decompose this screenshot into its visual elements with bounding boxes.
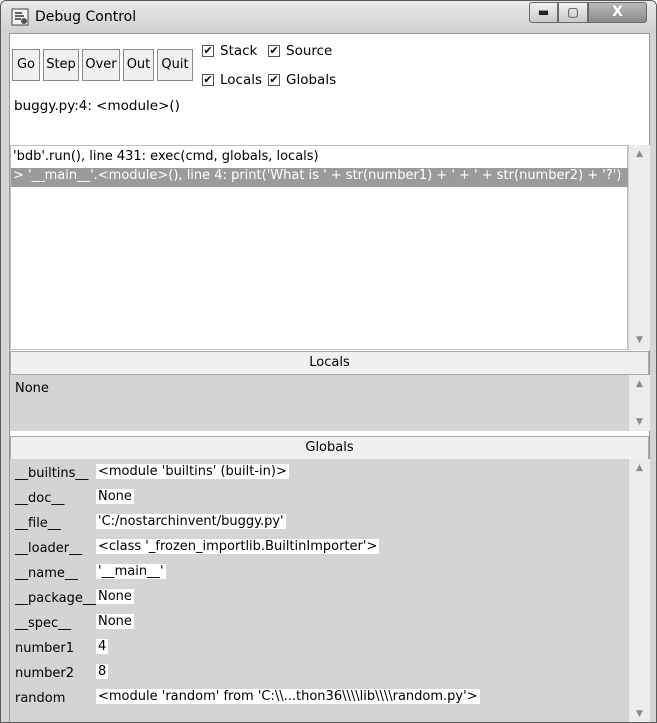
stack-frame-selected[interactable]: > '__main__'.<module>(), line 4: print('… bbox=[11, 168, 628, 187]
scroll-down-icon[interactable]: ▼ bbox=[629, 413, 650, 431]
global-name: __name__ bbox=[15, 566, 78, 581]
global-name: random bbox=[15, 691, 66, 706]
locals-value: None bbox=[15, 381, 49, 396]
step-button[interactable]: Step bbox=[43, 49, 79, 81]
locals-header: Locals bbox=[10, 351, 649, 375]
scroll-up-icon[interactable]: ▲ bbox=[629, 459, 650, 477]
scroll-down-icon[interactable]: ▼ bbox=[629, 705, 650, 722]
global-name: number2 bbox=[15, 666, 75, 681]
global-name: number1 bbox=[15, 641, 75, 656]
stack-list[interactable]: 'bdb'.run(), line 431: exec(cmd, globals… bbox=[10, 145, 628, 350]
global-value: <module 'builtins' (built-in)> bbox=[96, 464, 289, 479]
stack-scrollbar[interactable]: ▲ ▼ bbox=[628, 145, 650, 350]
debug-client-area: Go Step Over Out Quit ✔ Stack ✔ Source ✔… bbox=[9, 33, 650, 722]
scroll-down-icon[interactable]: ▼ bbox=[629, 331, 650, 349]
globals-checkbox[interactable]: ✔ Globals bbox=[268, 72, 336, 88]
global-value: '__main__' bbox=[96, 564, 166, 579]
locals-checkbox[interactable]: ✔ Locals bbox=[202, 72, 262, 88]
python-app-icon bbox=[11, 8, 29, 26]
global-name: __builtins__ bbox=[15, 466, 89, 481]
stack-checkbox[interactable]: ✔ Stack bbox=[202, 43, 257, 59]
global-value: None bbox=[96, 614, 134, 629]
source-checkbox-label: Source bbox=[286, 43, 333, 59]
globals-scrollbar[interactable]: ▲ ▼ bbox=[628, 459, 650, 722]
globals-header: Globals bbox=[10, 436, 649, 460]
global-value: <class '_frozen_importlib.BuiltinImporte… bbox=[96, 539, 380, 554]
global-value: <module 'random' from 'C:\\...thon36\\\\… bbox=[96, 689, 480, 704]
out-button[interactable]: Out bbox=[123, 49, 154, 81]
title-bar[interactable]: Debug Control ▬ ▢ X bbox=[1, 1, 656, 33]
global-name: __file__ bbox=[15, 516, 61, 531]
global-value: 4 bbox=[96, 639, 109, 654]
maximize-button[interactable]: ▢ bbox=[558, 2, 588, 23]
global-value: None bbox=[96, 589, 134, 604]
global-value: 8 bbox=[96, 664, 109, 679]
scroll-up-icon[interactable]: ▲ bbox=[629, 375, 650, 393]
checkbox-check-icon: ✔ bbox=[268, 44, 280, 57]
status-line: buggy.py:4: <module>() bbox=[14, 98, 180, 114]
source-checkbox[interactable]: ✔ Source bbox=[268, 43, 332, 59]
locals-checkbox-label: Locals bbox=[220, 72, 263, 88]
checkbox-check-icon: ✔ bbox=[268, 73, 280, 86]
over-button[interactable]: Over bbox=[82, 49, 120, 81]
scroll-up-icon[interactable]: ▲ bbox=[629, 145, 650, 163]
debug-control-window: Debug Control ▬ ▢ X Go Step Over Out Qui… bbox=[0, 0, 657, 723]
globals-checkbox-label: Globals bbox=[286, 72, 337, 88]
window-title: Debug Control bbox=[35, 9, 137, 25]
minimize-button[interactable]: ▬ bbox=[529, 2, 558, 23]
globals-panel: __builtins__ <module 'builtins' (built-i… bbox=[10, 459, 628, 722]
global-value: 'C:/nostarchinvent/buggy.py' bbox=[96, 514, 286, 529]
quit-button[interactable]: Quit bbox=[157, 49, 193, 81]
checkbox-check-icon: ✔ bbox=[202, 73, 214, 86]
global-name: __spec__ bbox=[15, 616, 72, 631]
go-button[interactable]: Go bbox=[12, 49, 40, 81]
locals-scrollbar[interactable]: ▲ ▼ bbox=[628, 375, 650, 431]
close-button[interactable]: X bbox=[588, 2, 647, 23]
stack-checkbox-label: Stack bbox=[220, 43, 258, 59]
locals-panel: None bbox=[10, 375, 628, 431]
global-value: None bbox=[96, 489, 134, 504]
global-name: __doc__ bbox=[15, 491, 65, 506]
global-name: __loader__ bbox=[15, 541, 83, 556]
global-name: __package__ bbox=[15, 591, 96, 606]
stack-frame[interactable]: 'bdb'.run(), line 431: exec(cmd, globals… bbox=[13, 149, 319, 164]
checkbox-check-icon: ✔ bbox=[202, 44, 214, 57]
